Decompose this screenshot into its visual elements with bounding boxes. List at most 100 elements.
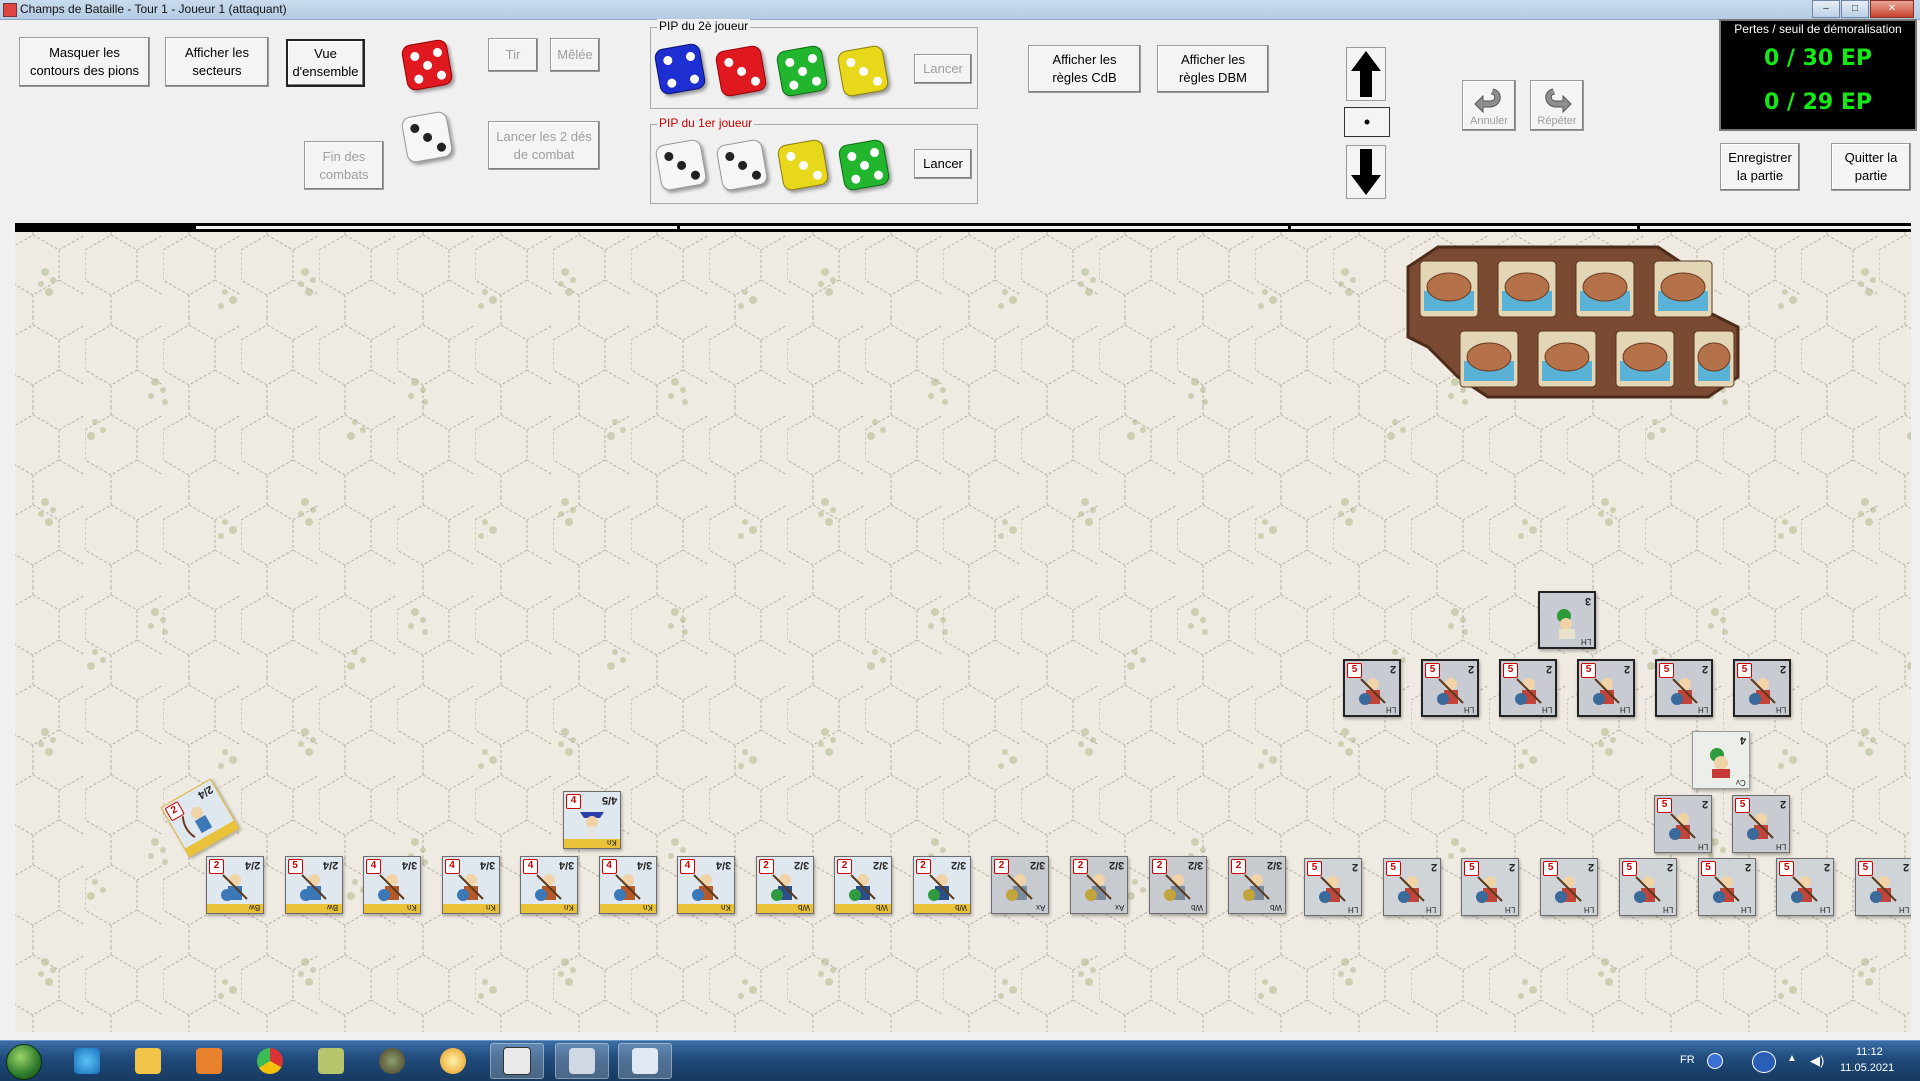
undo-button[interactable]: Annuler bbox=[1462, 80, 1516, 131]
enemy-block-counter[interactable]: 5 2 LH bbox=[1421, 659, 1479, 717]
enemy-block-counter[interactable]: 5 2 LH bbox=[1577, 659, 1635, 717]
rules-dbm-button[interactable]: Afficher les règles DBM bbox=[1157, 45, 1269, 93]
combat-die-red[interactable] bbox=[400, 38, 454, 92]
player-grey-counter[interactable]: 2 3/2 Wb bbox=[1149, 856, 1207, 914]
enemy-counter[interactable]: 5 2 LH bbox=[1540, 858, 1599, 916]
maximize-button[interactable]: □ bbox=[1841, 0, 1869, 18]
start-button[interactable] bbox=[6, 1044, 42, 1080]
shoot-button[interactable]: Tir bbox=[488, 38, 538, 72]
redo-label: Répéter bbox=[1537, 114, 1577, 127]
taskbar-chrome[interactable] bbox=[243, 1043, 297, 1079]
enemy-counter[interactable]: 5 2 LH bbox=[1382, 858, 1441, 916]
player-counter[interactable]: 5 2/4 Bw bbox=[284, 856, 343, 914]
player-counter[interactable]: 2 2/4 Bw bbox=[206, 856, 264, 914]
counter-type: Kn bbox=[721, 903, 731, 912]
roll-two-dice-button[interactable]: Lancer les 2 dés de combat bbox=[488, 121, 600, 170]
rules-cdb-button[interactable]: Afficher les règles CdB bbox=[1028, 45, 1141, 93]
camp-area[interactable] bbox=[1406, 245, 1740, 399]
end-combat-button[interactable]: Fin des combats bbox=[304, 141, 384, 190]
pip2-die-yellow bbox=[836, 44, 890, 98]
sector-segment[interactable] bbox=[1291, 226, 1637, 229]
overview-button[interactable]: Vue d'ensemble bbox=[286, 39, 365, 87]
scroll-down-button[interactable] bbox=[1346, 145, 1386, 199]
hide-outlines-button[interactable]: Masquer les contours des pions bbox=[19, 37, 150, 87]
enemy-counter[interactable]: 5 2 LH bbox=[1854, 858, 1911, 916]
clock-time[interactable]: 11:12 bbox=[1856, 1046, 1883, 1058]
player-counter[interactable]: 4 3/4 Kn bbox=[677, 856, 735, 914]
taskbar-app7[interactable] bbox=[426, 1043, 480, 1079]
pip2-die-red bbox=[714, 44, 768, 98]
enemy-counter[interactable]: 5 2 LH bbox=[1618, 858, 1677, 916]
general-figure-icon bbox=[1557, 609, 1575, 639]
taskbar-calc[interactable] bbox=[555, 1043, 609, 1079]
taskbar-explorer[interactable] bbox=[121, 1043, 175, 1079]
chrome-icon bbox=[257, 1048, 283, 1074]
pip2-roll-button[interactable]: Lancer bbox=[914, 54, 972, 84]
app-icon bbox=[379, 1048, 405, 1074]
horse-archer-figure-icon bbox=[1476, 876, 1504, 903]
enemy-counter[interactable]: 5 2 LH bbox=[1461, 858, 1520, 916]
taskbar-editor[interactable] bbox=[618, 1043, 672, 1079]
counter-rating: 2 bbox=[1701, 798, 1708, 810]
redo-button[interactable]: Répéter bbox=[1530, 80, 1584, 131]
enemy-general2-counter[interactable]: 4 Cv bbox=[1692, 731, 1750, 789]
melee-button[interactable]: Mêlée bbox=[550, 38, 600, 72]
taskbar-media[interactable] bbox=[182, 1043, 236, 1079]
clock-date[interactable]: 11.05.2021 bbox=[1840, 1062, 1894, 1074]
counter-rating: 2 bbox=[1779, 663, 1786, 675]
pip1-roll-button[interactable]: Lancer bbox=[914, 149, 972, 179]
taskbar-game[interactable] bbox=[490, 1043, 544, 1079]
player-counter[interactable]: 2 3/2 Wb bbox=[834, 856, 892, 914]
center-view-button[interactable] bbox=[1344, 107, 1390, 137]
enemy-pair-counter[interactable]: 5 2 LH bbox=[1732, 795, 1790, 853]
pip1-die-yellow bbox=[776, 138, 830, 192]
tray-arrow-icon[interactable]: ▲ bbox=[1787, 1053, 1797, 1064]
undo-label: Annuler bbox=[1470, 114, 1508, 127]
arrow-down-icon bbox=[1351, 149, 1381, 195]
action-center-icon[interactable] bbox=[1752, 1051, 1776, 1073]
player-counter[interactable]: 4 3/4 Kn bbox=[598, 856, 657, 914]
counter-rating: 3/2 bbox=[872, 859, 888, 871]
counter-type: Kn bbox=[407, 903, 417, 912]
minimize-button[interactable]: – bbox=[1812, 0, 1840, 18]
show-sectors-button[interactable]: Afficher les secteurs bbox=[165, 37, 269, 87]
counter-rating: 3/2 bbox=[951, 859, 967, 871]
combat-die-white[interactable] bbox=[400, 110, 454, 164]
language-indicator[interactable]: FR bbox=[1680, 1054, 1695, 1066]
player-counter[interactable]: 4 3/4 Kn bbox=[441, 856, 500, 914]
taskbar-ie[interactable] bbox=[60, 1043, 114, 1079]
taskbar-app5[interactable] bbox=[304, 1043, 358, 1079]
enemy-counter[interactable]: 5 2 LH bbox=[1776, 858, 1835, 916]
quit-game-button[interactable]: Quitter la partie bbox=[1831, 143, 1911, 191]
counter-rating: 2 bbox=[1902, 861, 1909, 873]
scroll-up-button[interactable] bbox=[1346, 47, 1386, 101]
enemy-block-counter[interactable]: 5 2 LH bbox=[1499, 659, 1557, 717]
player-grey-counter[interactable]: 2 3/2 Wb bbox=[1228, 856, 1286, 914]
undo-icon bbox=[1474, 88, 1501, 113]
battle-board[interactable]: 3 LH 5 2 LH 5 2 LH 5 2 LH 5 2 LH 5 2 LH 5 2 LH 4 Cv 5 2 LH 5… bbox=[15, 232, 1911, 1032]
enemy-general-counter[interactable]: 3 LH bbox=[1538, 591, 1596, 649]
enemy-counter[interactable]: 5 2 LH bbox=[1697, 858, 1756, 916]
enemy-counter[interactable]: 5 2 LH bbox=[1304, 858, 1362, 916]
sector-segment[interactable] bbox=[1640, 226, 1911, 229]
taskbar-app6[interactable] bbox=[365, 1043, 419, 1079]
player-counter[interactable]: 2 3/2 Wb bbox=[912, 856, 971, 914]
enemy-block-counter[interactable]: 5 2 LH bbox=[1655, 659, 1713, 717]
player-counter[interactable]: 4 3/4 Kn bbox=[520, 856, 578, 914]
enemy-block-counter[interactable]: 5 2 LH bbox=[1343, 659, 1401, 717]
player-grey-counter[interactable]: 2 3/2 Ax bbox=[1070, 856, 1128, 914]
player-grey-counter[interactable]: 2 3/2 Ax bbox=[991, 856, 1049, 914]
enemy-block-counter[interactable]: 5 2 LH bbox=[1733, 659, 1791, 717]
counter-rating: 3/4 bbox=[558, 859, 574, 871]
counter-type: Wb bbox=[797, 903, 810, 912]
save-game-button[interactable]: Enregistrer la partie bbox=[1720, 143, 1800, 191]
volume-icon[interactable]: ◀) bbox=[1810, 1053, 1824, 1069]
help-icon[interactable] bbox=[1707, 1053, 1723, 1069]
enemy-pair-counter[interactable]: 5 2 LH bbox=[1654, 795, 1712, 853]
sector-segment[interactable] bbox=[680, 226, 1288, 229]
player-counter[interactable]: 2 3/2 Wb bbox=[755, 856, 814, 914]
player-counter[interactable]: 4 3/4 Kn bbox=[363, 856, 421, 914]
close-button[interactable]: ✕ bbox=[1870, 0, 1914, 18]
lone-knight-counter[interactable]: 4 4/5 Kn bbox=[563, 791, 621, 849]
sector-segment[interactable] bbox=[196, 226, 677, 229]
